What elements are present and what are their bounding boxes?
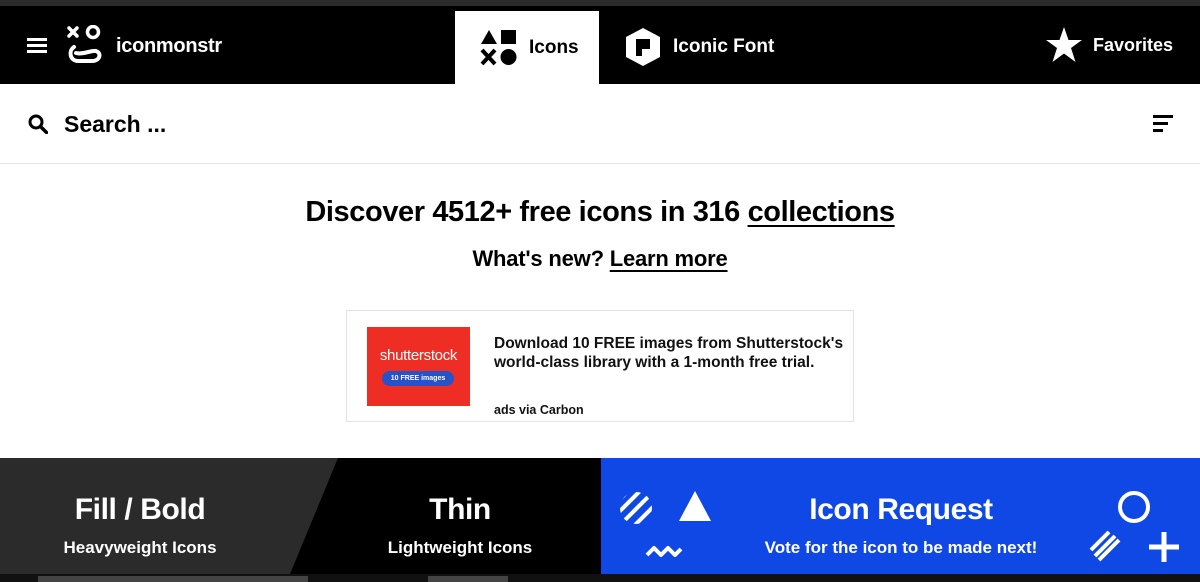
menu-icon[interactable]: [27, 38, 47, 54]
fill-bold-title: Fill / Bold: [74, 493, 206, 526]
search-input[interactable]: [64, 106, 764, 142]
ad-pill: 10 FREE images: [382, 371, 454, 386]
zigzag-icon: [645, 546, 683, 557]
favorites-link[interactable]: Favorites: [1045, 25, 1173, 65]
site-header: iconmonstr Icons Iconic Font Favorites: [0, 6, 1200, 84]
ad-text[interactable]: Download 10 FREE images from Shutterstoc…: [494, 334, 844, 372]
icon-request-title: Icon Request: [809, 493, 993, 526]
sort-icon[interactable]: [1153, 115, 1173, 133]
taskbar-strip: [0, 574, 1200, 582]
whats-new-text: What's new?: [472, 246, 610, 271]
ads-via-carbon[interactable]: ads via Carbon: [494, 403, 584, 417]
stripes-icon: [1089, 530, 1121, 562]
learn-more-link[interactable]: Learn more: [610, 246, 728, 271]
taskbar-segment: [38, 576, 308, 582]
tab-icons[interactable]: Icons: [455, 11, 599, 84]
shapes-icon: [480, 29, 517, 65]
logo-link[interactable]: iconmonstr: [66, 24, 222, 68]
fill-bold-panel[interactable]: Fill / Bold Heavyweight Icons: [0, 458, 340, 574]
thin-subtitle: Lightweight Icons: [387, 538, 533, 557]
tab-icons-label: Icons: [529, 36, 579, 58]
thin-panel[interactable]: Thin Lightweight Icons: [290, 458, 602, 574]
hero-title: Discover 4512+ free icons in 316 collect…: [0, 196, 1200, 229]
fill-bold-subtitle: Heavyweight Icons: [63, 538, 217, 557]
circle-outline-icon: [1118, 491, 1150, 523]
icon-request-panel[interactable]: Icon Request Vote for the icon to be mad…: [601, 458, 1200, 574]
plus-icon: [1149, 532, 1179, 562]
ad-brand: shutterstock: [379, 347, 458, 364]
hero-title-text: Discover 4512+ free icons in 316: [305, 196, 748, 228]
ad-image[interactable]: shutterstock 10 FREE images: [367, 327, 470, 406]
search-icon[interactable]: [28, 114, 48, 134]
carbon-ad: shutterstock 10 FREE images Download 10 …: [346, 310, 854, 422]
striped-circle-icon: [620, 492, 652, 524]
search-bar: [0, 84, 1200, 164]
star-icon: [1046, 27, 1082, 62]
thin-title: Thin: [429, 493, 491, 526]
favorites-label: Favorites: [1093, 34, 1174, 55]
icon-request-subtitle: Vote for the icon to be made next!: [764, 538, 1038, 557]
tab-iconic-font[interactable]: Iconic Font: [624, 27, 774, 67]
triangle-icon: [679, 491, 711, 521]
iconic-font-icon: [626, 28, 660, 66]
logo-text: iconmonstr: [116, 34, 222, 57]
tab-iconic-font-label: Iconic Font: [673, 36, 775, 57]
collections-link[interactable]: collections: [748, 196, 895, 228]
logo-icon: [67, 25, 102, 63]
hero-subtitle: What's new? Learn more: [0, 246, 1200, 272]
taskbar-segment: [428, 576, 508, 582]
